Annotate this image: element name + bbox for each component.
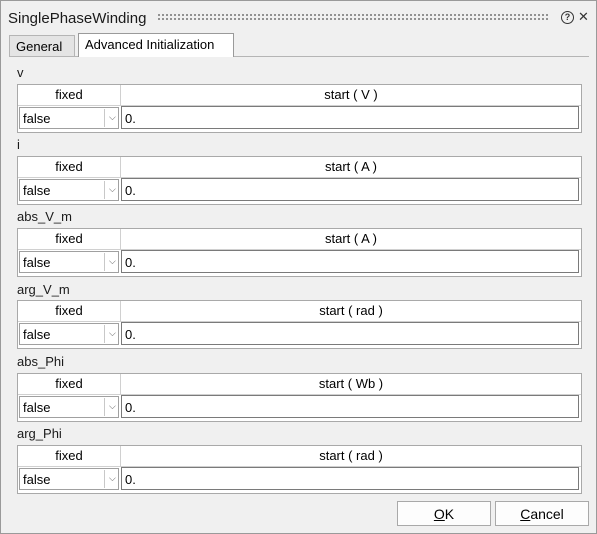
start-column-header: start ( rad ) <box>121 446 581 467</box>
parameter-table: fixed start ( A ) false ⌵ 0. <box>17 228 582 277</box>
close-icon[interactable]: ✕ <box>578 10 589 23</box>
select-divider <box>104 109 105 127</box>
start-column-header: start ( Wb ) <box>121 374 581 395</box>
parameter-name: abs_V_m <box>17 209 72 224</box>
start-value-text: 0. <box>125 183 136 198</box>
tab-bar: General Advanced Initialization <box>9 33 589 57</box>
ok-mnemonic: O <box>433 506 445 522</box>
parameter-name: abs_Phi <box>17 354 64 369</box>
fixed-column-header: fixed <box>18 374 121 395</box>
cancel-button[interactable]: Cancel <box>495 501 589 526</box>
fixed-column-header: fixed <box>18 446 121 467</box>
fixed-select-value: false <box>23 255 51 270</box>
start-column-header: start ( V ) <box>121 85 581 106</box>
drag-grip[interactable] <box>157 13 549 21</box>
start-value-input[interactable]: 0. <box>121 467 579 490</box>
fixed-select[interactable]: false ⌵ <box>19 468 119 490</box>
cancel-label-rest: ancel <box>530 506 564 522</box>
start-value-input[interactable]: 0. <box>121 250 579 273</box>
fixed-select-value: false <box>23 327 51 342</box>
chevron-down-icon[interactable]: ⌵ <box>109 112 116 123</box>
start-value-text: 0. <box>125 111 136 126</box>
chevron-down-icon[interactable]: ⌵ <box>109 401 116 412</box>
tab-general[interactable]: General <box>9 35 75 57</box>
fixed-column-header: fixed <box>18 229 121 250</box>
chevron-down-icon[interactable]: ⌵ <box>109 256 116 267</box>
start-column-header: start ( A ) <box>121 157 581 178</box>
start-value-text: 0. <box>125 400 136 415</box>
select-divider <box>104 398 105 416</box>
ok-button[interactable]: OK <box>397 501 491 526</box>
parameter-table: fixed start ( rad ) false ⌵ 0. <box>17 300 582 349</box>
window-title: SinglePhaseWinding <box>8 10 147 27</box>
fixed-select-value: false <box>23 183 51 198</box>
title-bar[interactable]: SinglePhaseWinding ? ✕ <box>1 1 596 31</box>
chevron-down-icon[interactable]: ⌵ <box>109 328 116 339</box>
ok-label-rest: K <box>444 506 455 522</box>
start-value-input[interactable]: 0. <box>121 322 579 345</box>
help-icon[interactable]: ? <box>561 11 574 24</box>
start-value-text: 0. <box>125 327 136 342</box>
cancel-mnemonic: C <box>520 506 531 522</box>
fixed-column-header: fixed <box>18 301 121 322</box>
parameter-table: fixed start ( A ) false ⌵ 0. <box>17 156 582 205</box>
parameter-name: v <box>17 65 24 80</box>
select-divider <box>104 253 105 271</box>
fixed-select-value: false <box>23 400 51 415</box>
parameter-table: fixed start ( Wb ) false ⌵ 0. <box>17 373 582 422</box>
start-value-input[interactable]: 0. <box>121 178 579 201</box>
dialog-window: SinglePhaseWinding ? ✕ General Advanced … <box>0 0 597 534</box>
start-value-text: 0. <box>125 255 136 270</box>
start-column-header: start ( rad ) <box>121 301 581 322</box>
fixed-select[interactable]: false ⌵ <box>19 107 119 129</box>
chevron-down-icon[interactable]: ⌵ <box>109 184 116 195</box>
select-divider <box>104 181 105 199</box>
parameter-table: fixed start ( rad ) false ⌵ 0. <box>17 445 582 494</box>
parameter-name: i <box>17 137 20 152</box>
tab-advanced-initialization[interactable]: Advanced Initialization <box>78 33 234 57</box>
select-divider <box>104 470 105 488</box>
fixed-column-header: fixed <box>18 85 121 106</box>
parameter-name: arg_V_m <box>17 282 70 297</box>
start-value-input[interactable]: 0. <box>121 395 579 418</box>
start-value-text: 0. <box>125 472 136 487</box>
fixed-select[interactable]: false ⌵ <box>19 323 119 345</box>
chevron-down-icon[interactable]: ⌵ <box>109 473 116 484</box>
select-divider <box>104 325 105 343</box>
fixed-select-value: false <box>23 472 51 487</box>
start-value-input[interactable]: 0. <box>121 106 579 129</box>
fixed-select[interactable]: false ⌵ <box>19 251 119 273</box>
fixed-column-header: fixed <box>18 157 121 178</box>
fixed-select[interactable]: false ⌵ <box>19 396 119 418</box>
parameter-name: arg_Phi <box>17 426 62 441</box>
parameter-table: fixed start ( V ) false ⌵ 0. <box>17 84 582 133</box>
fixed-select-value: false <box>23 111 51 126</box>
fixed-select[interactable]: false ⌵ <box>19 179 119 201</box>
start-column-header: start ( A ) <box>121 229 581 250</box>
